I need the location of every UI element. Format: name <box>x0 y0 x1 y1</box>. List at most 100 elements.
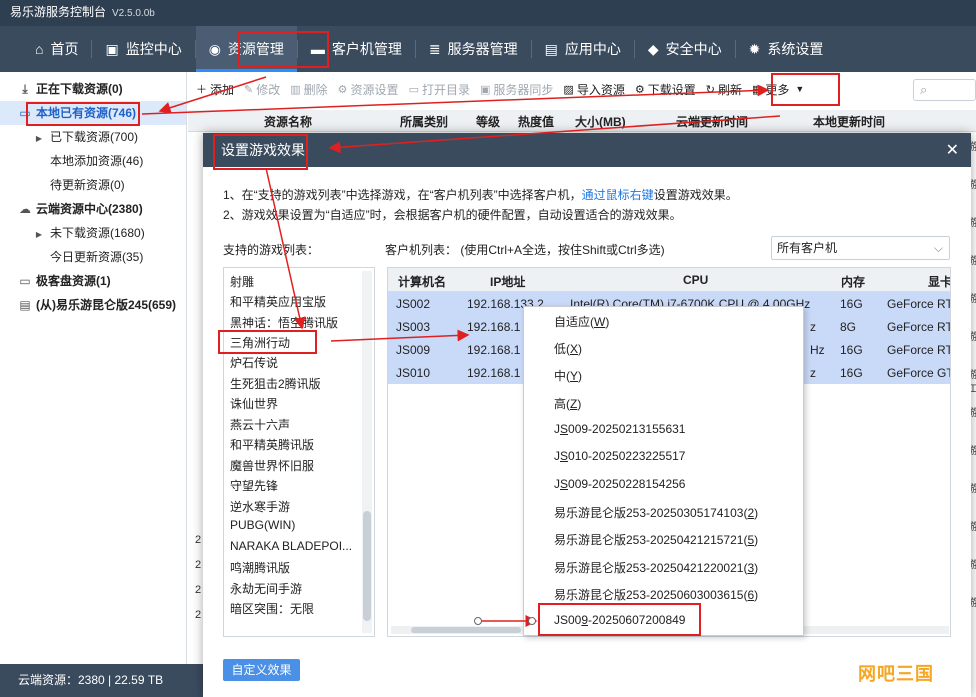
game-item[interactable]: 诛仙世界 <box>230 395 278 412</box>
edit-button[interactable]: ✎ 修改 <box>244 81 280 98</box>
nav-resource-label: 资源管理 <box>227 41 284 57</box>
col-cloud-update[interactable]: 云端更新时间 <box>676 113 748 130</box>
instruction-text: 1、在“支持的游戏列表”中选择游戏，在“客户机列表”中选择客户机， <box>223 188 582 202</box>
game-item[interactable]: 黑神话：悟空腾讯版 <box>230 314 338 331</box>
col-gpu[interactable]: 显卡 <box>928 273 950 290</box>
expand-arrow-icon[interactable]: ▶ <box>32 127 46 151</box>
sidebar-item-today-updated[interactable]: 今日更新资源(35) <box>0 245 186 269</box>
menu-item-preset[interactable]: 易乐游昆仑版253-20250305174103(2) <box>554 504 758 521</box>
supported-games-list[interactable]: 射雕 和平精英应用宝版 黑神话：悟空腾讯版 三角洲行动 炉石传说 生死狙击2腾讯… <box>223 267 375 637</box>
game-item[interactable]: 和平精英应用宝版 <box>230 293 326 310</box>
search-input[interactable]: ⌕ <box>913 79 976 101</box>
sidebar-item-cloud-center[interactable]: ☁ 云端资源中心(2380) <box>0 197 186 221</box>
nav-security-center[interactable]: ◆ 安全中心 <box>635 26 735 72</box>
col-cpu[interactable]: CPU <box>683 273 708 287</box>
menu-item-preset[interactable]: JS010-20250223225517 <box>554 449 685 463</box>
nav-home[interactable]: ⌂ 首页 <box>22 26 91 72</box>
refresh-button[interactable]: ↻ 刷新 <box>706 81 742 98</box>
game-item[interactable]: 逆水寒手游 <box>230 498 290 515</box>
client-ip: 192.168.1 <box>467 343 521 357</box>
menu-item-preset-latest[interactable]: JS009-20250607200849 <box>554 613 685 627</box>
menu-text: ) <box>577 397 582 411</box>
game-item[interactable]: 永劫无间手游 <box>230 580 302 597</box>
client-filter-select[interactable]: 所有客户机 ⌵ <box>771 236 950 260</box>
game-item[interactable]: 炉石传说 <box>230 354 278 371</box>
server-disk-icon: ▤ <box>19 298 31 312</box>
menu-hotkey: W <box>594 315 606 329</box>
expand-arrow-icon[interactable]: ▶ <box>32 223 46 247</box>
col-heat[interactable]: 热度值 <box>518 113 554 130</box>
grid-icon: ▦ <box>751 83 763 96</box>
nav-resource-management[interactable]: ◉ 资源管理 <box>195 26 298 72</box>
menu-item-preset[interactable]: 易乐游昆仑版253-20250421220021(3) <box>554 559 758 576</box>
nav-home-label: 首页 <box>50 41 79 57</box>
menu-text: 010-20250223225517 <box>568 449 686 463</box>
game-item[interactable]: 鸣潮腾讯版 <box>230 559 290 576</box>
menu-item-preset[interactable]: 易乐游昆仑版253-20250603003615(6) <box>554 586 758 603</box>
game-item[interactable]: 燕云十六声 <box>230 416 290 433</box>
menu-item-adaptive[interactable]: 自适应(W) <box>554 313 609 330</box>
sidebar-item-slave-kunlun[interactable]: ▤ (从)易乐游昆仑版245(659) <box>0 293 186 317</box>
delete-button[interactable]: ▥ 删除 <box>290 81 327 98</box>
client-memory: 16G <box>840 343 863 357</box>
menu-text: ) <box>754 561 759 575</box>
game-item[interactable]: 生死狙击2腾讯版 <box>230 375 321 392</box>
menu-text: 易乐游昆仑版253-20250603003615( <box>554 588 748 602</box>
more-button[interactable]: ▦ 更多 ▼ <box>752 81 807 98</box>
menu-item-high[interactable]: 高(Z) <box>554 395 581 412</box>
col-size[interactable]: 大小(MB) <box>575 113 626 130</box>
nav-system-settings[interactable]: ✹ 系统设置 <box>736 26 837 72</box>
resource-settings-button[interactable]: ⚙ 资源设置 <box>338 81 399 98</box>
game-item[interactable]: PUBG(WIN) <box>230 518 295 532</box>
col-ip[interactable]: IP地址 <box>490 273 525 290</box>
col-computer-name[interactable]: 计算机名 <box>398 273 446 290</box>
add-label: 添加 <box>210 82 235 97</box>
close-icon[interactable]: ✕ <box>946 140 959 160</box>
menu-item-preset[interactable]: JS009-20250228154256 <box>554 477 685 491</box>
sidebar-item-pending-update[interactable]: 待更新资源(0) <box>0 173 186 197</box>
scroll-thumb[interactable] <box>363 511 371 621</box>
custom-effect-button[interactable]: 自定义效果 <box>223 659 300 681</box>
game-item[interactable]: 暗区突围：无限 <box>230 600 314 617</box>
sidebar-item-downloading[interactable]: ⤓ 正在下载资源(0) <box>0 77 186 101</box>
nav-client-management[interactable]: ▬ 客户机管理 <box>298 26 415 72</box>
sidebar: ⤓ 正在下载资源(0) ▭ 本地已有资源(746) ▶ 已下载资源(700) 本地添加… <box>0 72 187 664</box>
sidebar-item-local-added[interactable]: 本地添加资源(46) <box>0 149 186 173</box>
scroll-thumb[interactable] <box>411 627 521 633</box>
download-settings-button[interactable]: ⚙ 下载设置 <box>635 81 696 98</box>
menu-item-medium[interactable]: 中(Y) <box>554 367 582 384</box>
col-local-update[interactable]: 本地更新时间 <box>813 113 885 130</box>
game-item-selected[interactable]: 三角洲行动 <box>230 334 290 351</box>
col-category[interactable]: 所属类别 <box>400 113 448 130</box>
game-item[interactable]: NARAKA BLADEPOI... <box>230 539 352 553</box>
instruction-text: 设置游戏效果。 <box>653 188 738 202</box>
sidebar-item-geek-disk[interactable]: ▭ 极客盘资源(1) <box>0 269 186 293</box>
sidebar-item-downloaded[interactable]: ▶ 已下载资源(700) <box>0 125 186 149</box>
client-name: JS009 <box>396 343 431 357</box>
nav-monitor[interactable]: ▣ 监控中心 <box>92 26 194 72</box>
right-click-link[interactable]: 通过鼠标右键 <box>582 188 654 202</box>
nav-server-label: 服务器管理 <box>447 41 518 57</box>
game-item[interactable]: 守望先锋 <box>230 477 278 494</box>
game-item[interactable]: 和平精英腾讯版 <box>230 436 314 453</box>
menu-item-preset[interactable]: JS009-20250213155631 <box>554 422 685 436</box>
col-level[interactable]: 等级 <box>476 113 500 130</box>
menu-item-low[interactable]: 低(X) <box>554 340 582 357</box>
add-button[interactable]: ＋添加 <box>196 81 234 98</box>
menu-item-preset[interactable]: 易乐游昆仑版253-20250421215721(5) <box>554 531 758 548</box>
games-scrollbar[interactable] <box>362 271 372 633</box>
nav-server-management[interactable]: ≣ 服务器管理 <box>416 26 531 72</box>
sidebar-item-not-downloaded[interactable]: ▶ 未下载资源(1680) <box>0 221 186 245</box>
game-item[interactable]: 魔兽世界怀旧服 <box>230 457 314 474</box>
menu-hotkey: S <box>560 422 569 436</box>
import-resource-button[interactable]: ▨ 导入资源 <box>563 81 624 98</box>
col-resource-name[interactable]: 资源名称 <box>264 113 312 130</box>
open-directory-button[interactable]: ▭ 打开目录 <box>409 81 470 98</box>
grid-left-strip: 2 2 2 2 <box>190 132 204 662</box>
sidebar-item-local-resources[interactable]: ▭ 本地已有资源(746) <box>0 101 186 125</box>
server-sync-button[interactable]: ▣ 服务器同步 <box>480 81 553 98</box>
game-item[interactable]: 射雕 <box>230 273 254 290</box>
col-memory[interactable]: 内存 <box>841 273 865 290</box>
more-label: 更多 <box>765 82 790 97</box>
nav-app-center[interactable]: ▤ 应用中心 <box>532 26 634 72</box>
